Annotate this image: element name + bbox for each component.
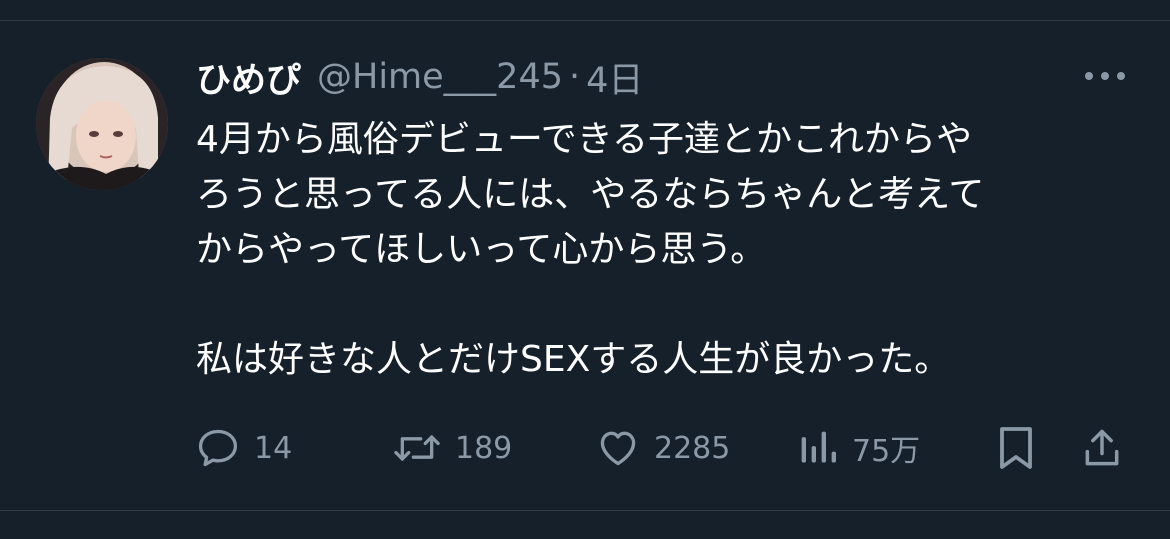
display-name[interactable]: ひめぴ (196, 52, 301, 103)
tweet-text-line: からやってほしいって心から思う。 (196, 229, 767, 270)
action-bar: 14 189 2285 75万 (196, 420, 1136, 476)
more-icon (1085, 72, 1125, 80)
tweet-card[interactable]: ひめぴ @Hime___245 · 4日 4月から風俗デビューできる子達とかこれ… (0, 0, 1170, 539)
views-count: 75万 (852, 434, 921, 469)
timestamp[interactable]: 4日 (586, 52, 643, 103)
share-button[interactable] (1080, 420, 1124, 476)
views-icon (801, 431, 836, 463)
reply-count: 14 (254, 430, 293, 466)
separator-dot: · (569, 57, 581, 97)
user-handle[interactable]: @Hime___245 (317, 57, 563, 97)
avatar-image (36, 58, 168, 190)
retweet-count: 189 (455, 430, 513, 466)
tweet-text-line: ろうと思ってる人には、やるならちゃんと考えて (196, 174, 985, 215)
retweet-icon (394, 435, 440, 461)
bookmark-icon (1000, 427, 1032, 469)
tweet-text-line: 私は好きな人とだけSEXする人生が良かった。 (196, 339, 951, 380)
reply-icon (198, 429, 238, 467)
tweet-text: 4月から風俗デビューできる子達とかこれからや ろうと思ってる人には、やるならちゃ… (196, 112, 1136, 387)
top-divider (0, 20, 1170, 21)
share-icon (1085, 429, 1119, 466)
views-button[interactable]: 75万 (798, 420, 920, 476)
bookmark-button[interactable] (996, 420, 1036, 476)
bottom-divider (0, 510, 1170, 511)
tweet-header: ひめぴ @Hime___245 · 4日 (196, 50, 643, 104)
like-button[interactable]: 2285 (596, 420, 730, 476)
retweet-button[interactable]: 189 (393, 420, 512, 476)
like-count: 2285 (654, 430, 731, 466)
reply-button[interactable]: 14 (196, 420, 292, 476)
more-button[interactable] (1080, 58, 1130, 94)
avatar[interactable] (36, 58, 168, 190)
tweet-text-line: 4月から風俗デビューできる子達とかこれからや (196, 119, 973, 160)
heart-icon (600, 431, 636, 466)
